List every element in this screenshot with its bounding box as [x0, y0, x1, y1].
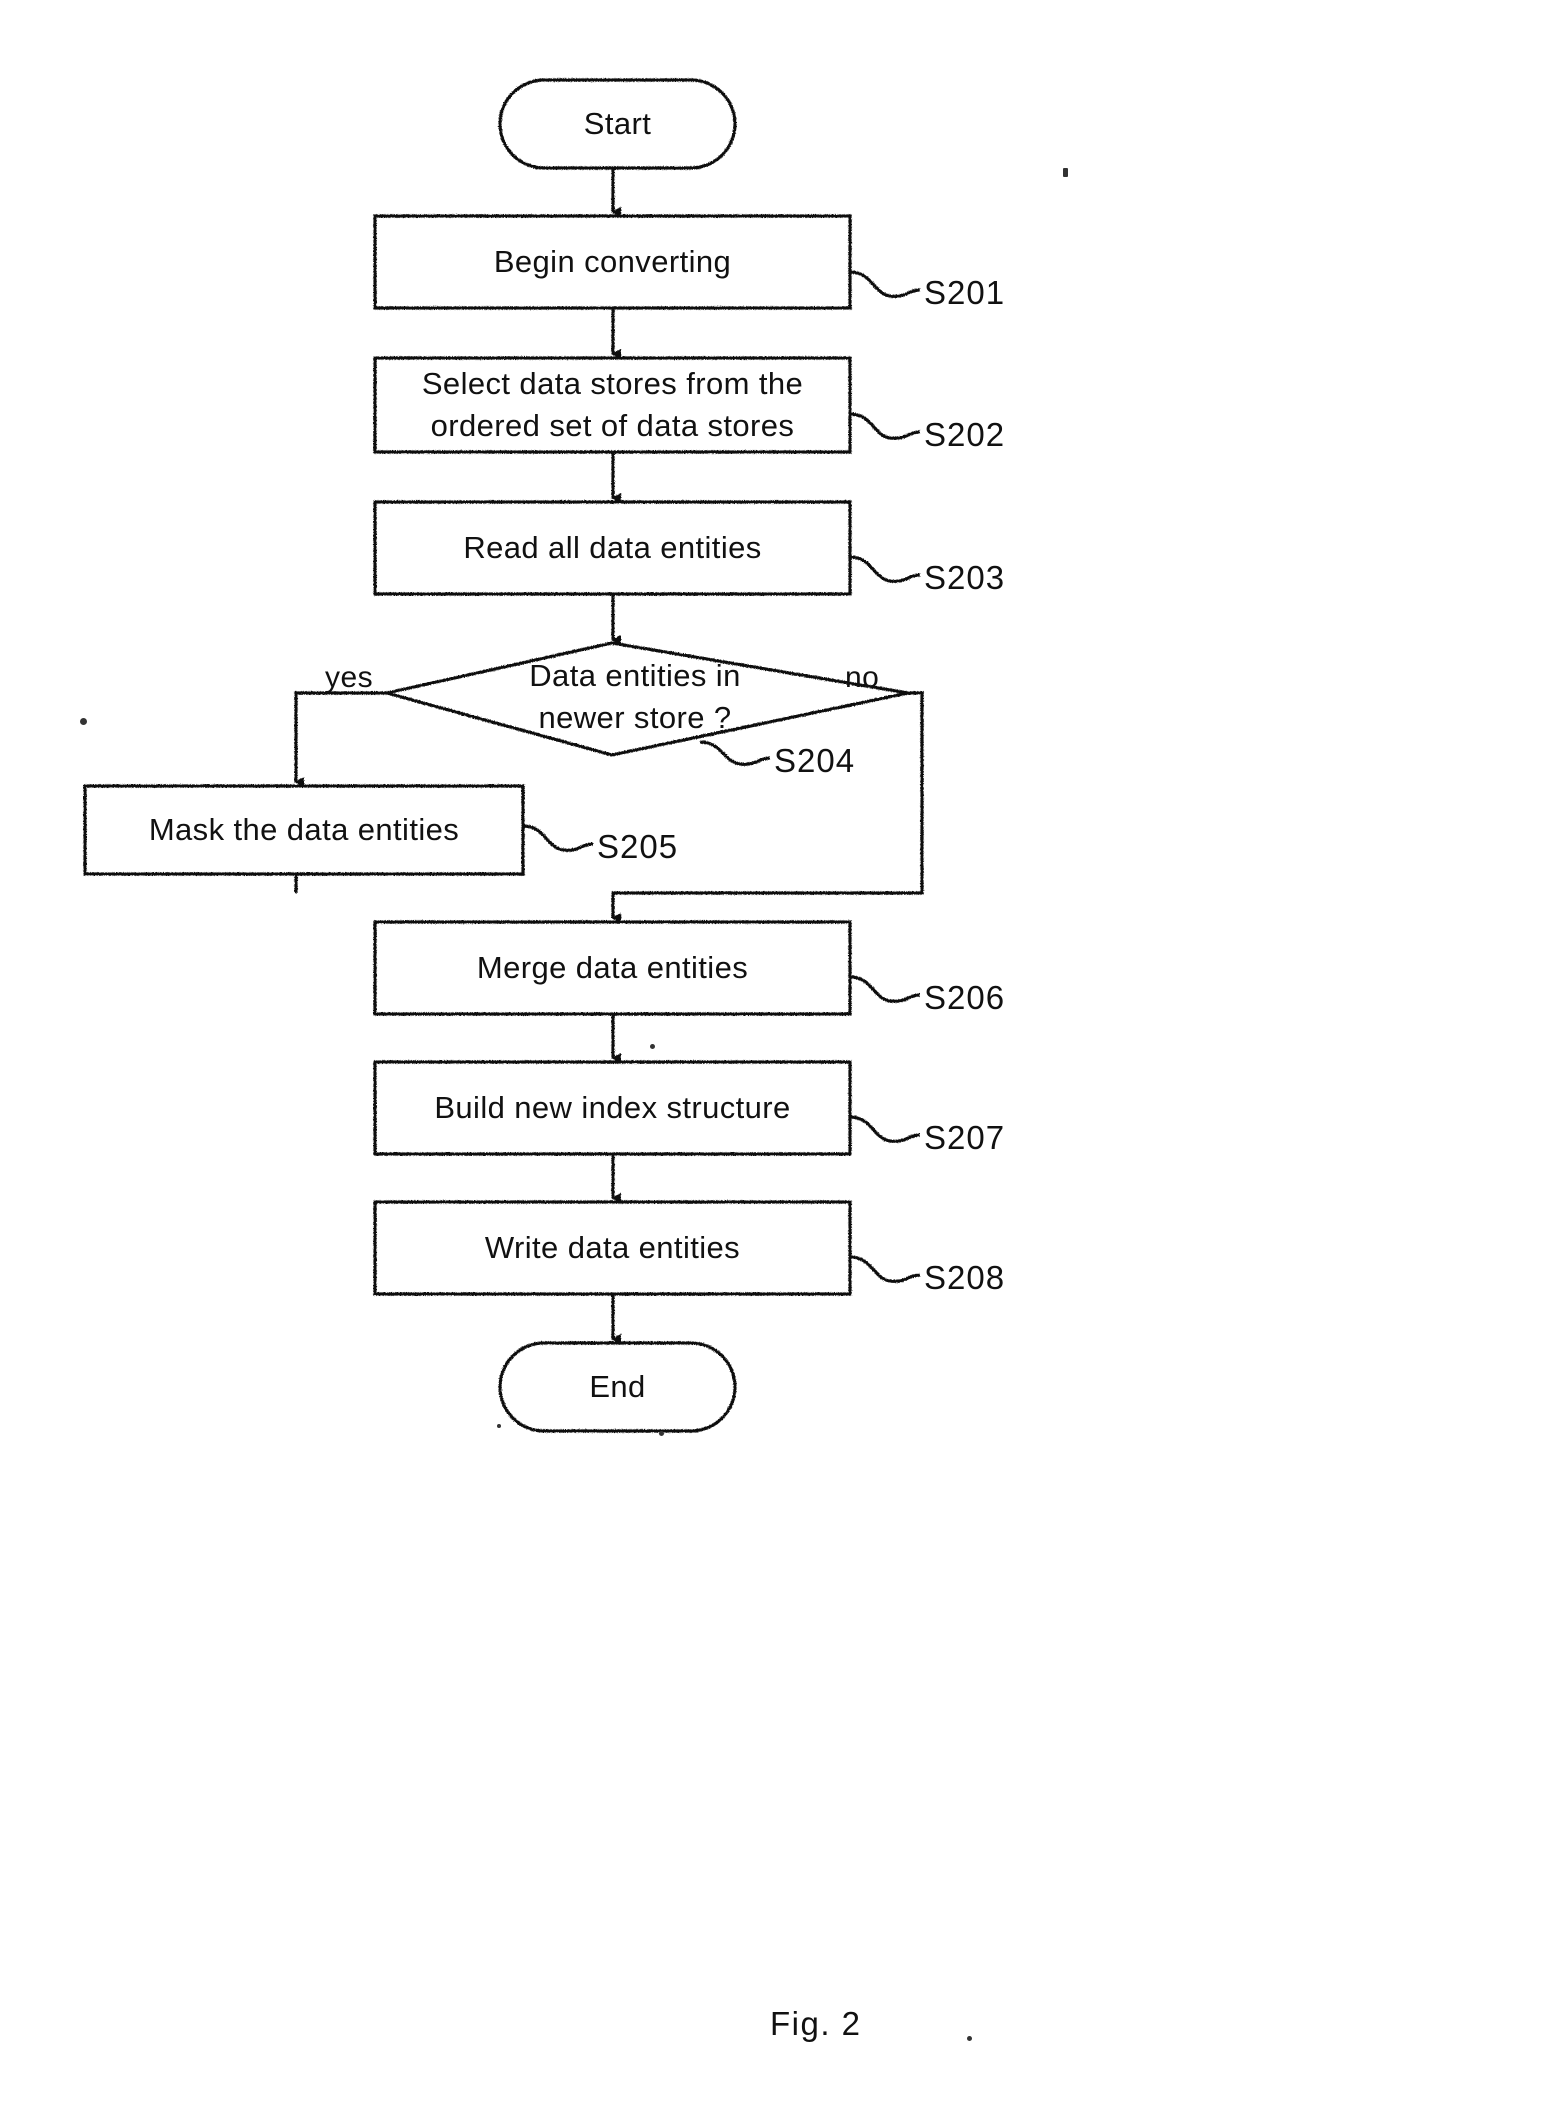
edge-label-no: no: [845, 661, 880, 694]
edge-label-yes: yes: [325, 661, 374, 694]
ref-leader-s208: [849, 1255, 921, 1283]
node-s201-shape: [373, 214, 852, 310]
node-s207-shape: [373, 1060, 852, 1156]
ref-leader-s202: [849, 412, 921, 440]
ref-label-s208: S208: [924, 1259, 1006, 1296]
node-start-shape: [498, 78, 737, 170]
figure-caption: Fig. 2: [770, 2005, 862, 2042]
ref-label-s206: S206: [924, 979, 1006, 1016]
node-s208-shape: [373, 1200, 852, 1296]
scan-speck: [80, 718, 87, 725]
edge-s204-s206-no: [611, 691, 924, 923]
ref-label-s207: S207: [924, 1119, 1006, 1156]
ref-leader-s204: [699, 740, 771, 766]
node-s203-shape: [373, 500, 852, 596]
scan-speck: [967, 2036, 972, 2041]
ref-label-s201: S201: [924, 274, 1006, 311]
scan-speck: [497, 1424, 501, 1428]
ref-label-s204: S204: [774, 742, 856, 779]
edge-s204-s205-yes: [294, 691, 387, 787]
flowchart-canvas: [83, 78, 924, 1433]
node-s204-shape: [386, 641, 909, 757]
node-end-shape: [498, 1341, 737, 1433]
scan-speck: [1063, 168, 1068, 177]
ref-leader-s207: [849, 1115, 921, 1143]
ref-label-s203: S203: [924, 559, 1006, 596]
ref-leader-s201: [849, 270, 921, 298]
ref-label-s205: S205: [597, 828, 679, 865]
ref-leader-s205: [522, 824, 594, 852]
node-s206-shape: [373, 920, 852, 1016]
ref-label-s202: S202: [924, 416, 1006, 453]
node-s202-shape: [373, 356, 852, 454]
ref-leader-s203: [849, 555, 921, 583]
node-s205-shape: [83, 784, 525, 876]
scan-speck: [650, 1044, 655, 1049]
ref-leader-s206: [849, 975, 921, 1003]
scan-speck: [659, 1431, 664, 1436]
